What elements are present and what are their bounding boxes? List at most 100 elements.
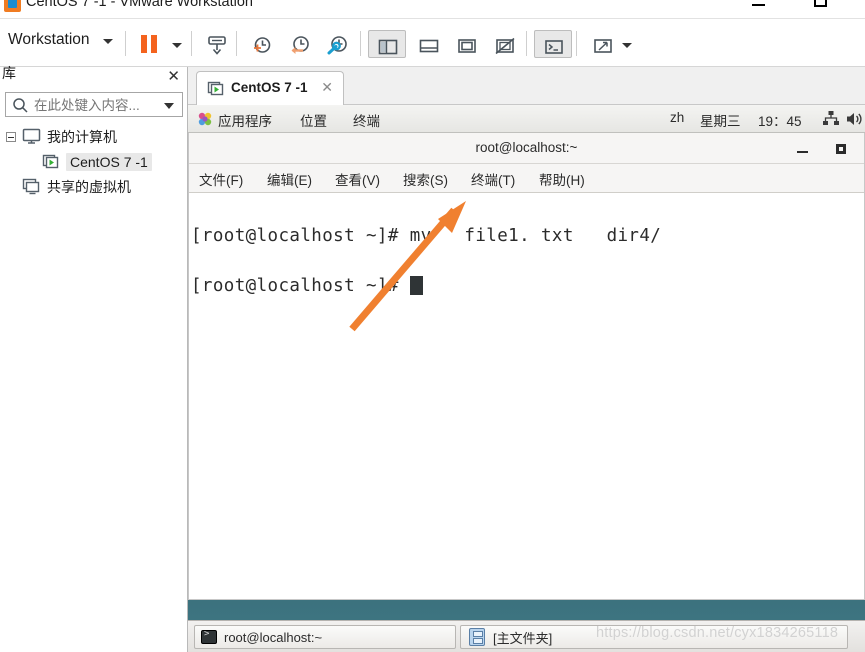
manage-snapshots-button[interactable] (318, 30, 356, 58)
take-snapshot-button[interactable] (242, 30, 280, 58)
toolbar-divider (576, 31, 577, 56)
search-chevron-down-icon[interactable] (164, 103, 174, 109)
library-close-button[interactable]: ✕ (167, 69, 180, 85)
tree-item-my-computer[interactable]: 我的计算机 (0, 124, 187, 149)
minimize-icon (752, 4, 765, 6)
taskbar-item-label: root@localhost:~ (224, 629, 323, 645)
expand-arrows-icon (594, 39, 612, 53)
menu-edit[interactable]: 编辑(E) (267, 169, 312, 189)
network-icon[interactable] (822, 110, 840, 128)
tab-centos-7-1[interactable]: CentOS 7 -1 ✕ (196, 71, 344, 105)
gnome-foot-icon (198, 112, 212, 126)
library-search-box[interactable] (5, 92, 183, 117)
maximize-icon (814, 0, 827, 7)
terminal-menubar: 文件(F) 编辑(E) 查看(V) 搜索(S) 终端(T) 帮助(H) (189, 164, 864, 193)
taskbar-item-file-manager[interactable]: [主文件夹] (460, 625, 848, 649)
tree-item-shared-vms[interactable]: 共享的虚拟机 (0, 174, 187, 199)
chevron-down-icon (622, 43, 632, 48)
gnome-menu-places[interactable]: 位置 (300, 110, 327, 130)
toolbar-divider (526, 31, 527, 56)
toolbar-divider (236, 31, 237, 56)
stretch-dropdown-button[interactable] (616, 30, 638, 58)
menu-search[interactable]: 搜索(S) (403, 169, 448, 189)
vm-powered-on-icon (207, 81, 224, 96)
library-tree: 我的计算机 CentOS 7 -1 共享的虚拟机 (0, 124, 187, 644)
menu-file[interactable]: 文件(F) (199, 169, 243, 189)
toolbar-divider (125, 31, 126, 56)
chevron-down-icon (172, 43, 182, 48)
vmware-workstation-window: CentOS 7 -1 - VMware Workstation Worksta… (0, 0, 865, 652)
input-method-indicator[interactable]: zh (670, 110, 684, 125)
clock-time[interactable]: 19：45 (758, 110, 802, 130)
vm-powered-on-icon (42, 154, 59, 169)
workstation-menu-button[interactable]: Workstation (8, 31, 90, 49)
tree-item-label: CentOS 7 -1 (66, 152, 152, 171)
library-title: 库 (2, 65, 16, 81)
workstation-menu-label: Workstation (8, 31, 90, 48)
snapshot-revert-icon (291, 36, 309, 54)
show-library-button[interactable] (368, 30, 406, 58)
tree-item-label: 共享的虚拟机 (47, 178, 131, 195)
terminal-prompt-icon (545, 40, 563, 54)
main-toolbar: Workstation (0, 19, 865, 67)
window-minimize-button[interactable] (746, 0, 776, 10)
library-header: 库 ✕ (0, 65, 188, 93)
tab-close-icon[interactable]: ✕ (321, 79, 333, 96)
window-titlebar: CentOS 7 -1 - VMware Workstation (0, 0, 865, 19)
maximize-icon (836, 144, 846, 154)
terminal-line: [root@localhost ~]# mv file1. txt dir4/ (191, 226, 662, 246)
console-view-button[interactable] (534, 30, 572, 58)
terminal-line: [root@localhost ~]# (191, 276, 410, 296)
pause-dropdown-button[interactable] (166, 30, 188, 58)
sidebar-panel-icon (378, 39, 398, 55)
terminal-window: root@localhost:~ 文件(F) 编辑(E) 查看(V) 搜索(S)… (188, 133, 865, 600)
taskbar-item-terminal[interactable]: root@localhost:~ (194, 625, 456, 649)
thumbnail-bar-icon (419, 39, 439, 53)
toolbar-divider (360, 31, 361, 56)
gnome-menu-applications[interactable]: 应用程序 (218, 110, 272, 130)
snapshot-manage-icon (327, 36, 347, 55)
computer-icon (22, 128, 41, 144)
menu-help[interactable]: 帮助(H) (539, 169, 585, 189)
unity-mode-button[interactable] (486, 30, 524, 58)
send-key-icon (208, 36, 226, 55)
search-input[interactable] (34, 96, 159, 114)
gnome-taskbar: root@localhost:~ [主文件夹] (188, 620, 865, 652)
terminal-minimize-button[interactable] (794, 141, 812, 157)
minimize-icon (797, 151, 808, 153)
tree-item-centos-7-1[interactable]: CentOS 7 -1 (0, 149, 187, 174)
terminal-maximize-button[interactable] (832, 141, 850, 157)
menu-terminal[interactable]: 终端(T) (471, 169, 515, 189)
toolbar-divider (191, 31, 192, 56)
menu-view[interactable]: 查看(V) (335, 169, 380, 189)
tree-item-label: 我的计算机 (47, 128, 117, 145)
send-ctrl-alt-del-button[interactable] (198, 30, 236, 58)
guest-desktop: root@localhost:~ 文件(F) 编辑(E) 查看(V) 搜索(S)… (188, 133, 865, 620)
revert-snapshot-button[interactable] (280, 30, 318, 58)
library-sidebar: 库 ✕ 我的计算机 (0, 65, 188, 652)
snapshot-add-icon (254, 37, 271, 53)
terminal-icon (201, 629, 217, 644)
clock-day[interactable]: 星期三 (700, 110, 741, 130)
window-title: CentOS 7 -1 - VMware Workstation (26, 0, 253, 10)
fullscreen-icon (458, 39, 476, 53)
show-thumbnails-button[interactable] (410, 30, 448, 58)
collapse-expander-icon[interactable] (6, 132, 16, 142)
search-icon (13, 98, 28, 113)
window-maximize-button[interactable] (808, 0, 838, 10)
full-screen-button[interactable] (448, 30, 486, 58)
terminal-title: root@localhost:~ (475, 140, 578, 155)
terminal-output[interactable]: [root@localhost ~]# mv file1. txt dir4/ … (189, 193, 864, 598)
terminal-titlebar: root@localhost:~ (189, 133, 864, 164)
taskbar-item-label: [主文件夹] (493, 630, 553, 646)
vmware-icon (4, 0, 21, 12)
unity-mode-icon (495, 37, 515, 55)
gnome-top-panel: 应用程序 位置 终端 zh 星期三 19：45 (188, 105, 865, 133)
gnome-menu-terminal[interactable]: 终端 (353, 110, 380, 130)
workstation-menu-chevron-down-icon[interactable] (103, 39, 113, 44)
volume-icon[interactable] (845, 110, 865, 128)
shared-vm-icon (22, 178, 40, 195)
vm-tab-strip: CentOS 7 -1 ✕ (188, 67, 865, 105)
file-manager-icon (469, 628, 485, 646)
tab-label: CentOS 7 -1 (231, 80, 308, 95)
